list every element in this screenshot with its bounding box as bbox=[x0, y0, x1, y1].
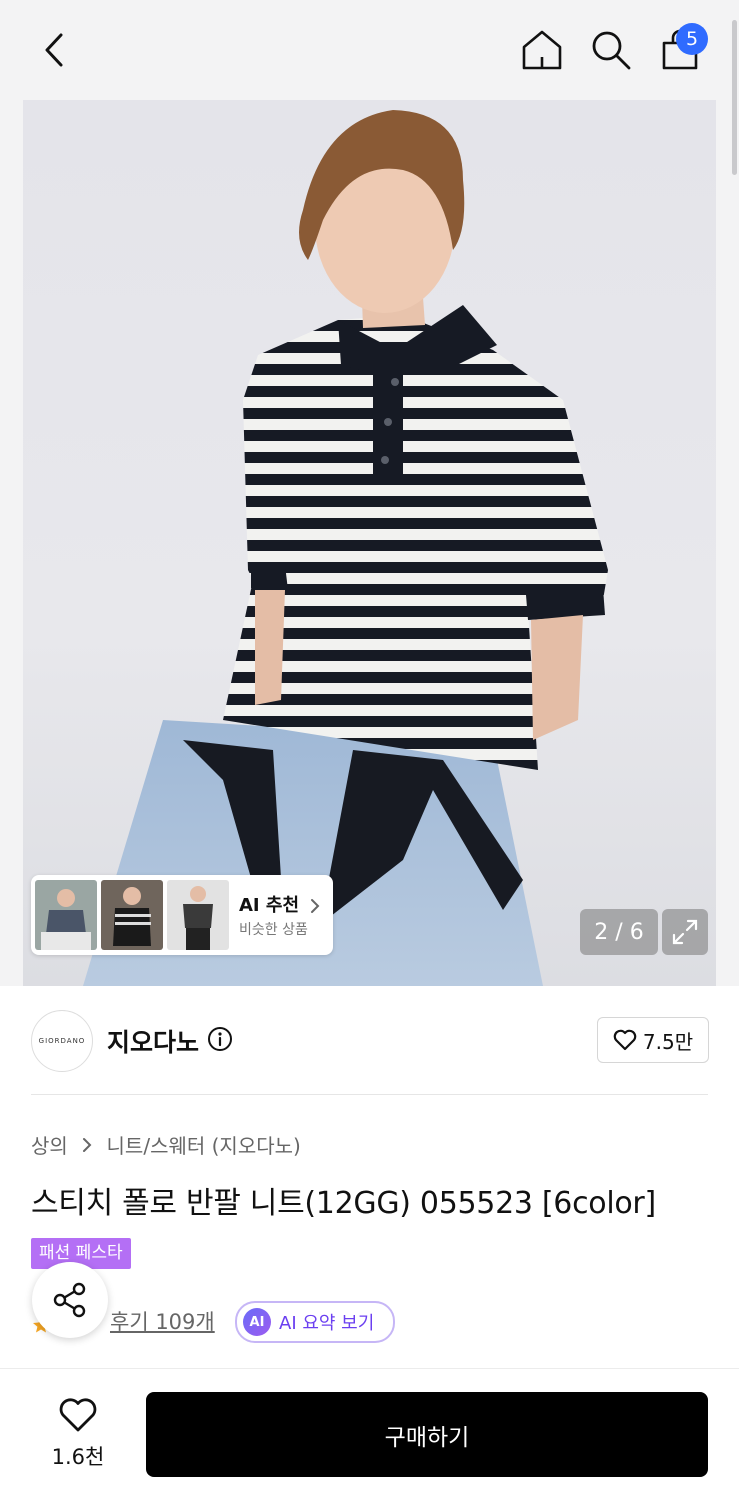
chevron-left-icon bbox=[45, 33, 63, 67]
search-icon bbox=[592, 31, 631, 70]
heart-icon bbox=[613, 1029, 637, 1051]
breadcrumb: 상의 니트/스웨터 (지오다노) bbox=[31, 1130, 301, 1159]
brand-name[interactable]: 지오다노 bbox=[107, 1023, 199, 1059]
thumb-image bbox=[35, 880, 97, 950]
thumb-image bbox=[167, 880, 229, 950]
expand-image-button[interactable] bbox=[662, 909, 708, 955]
share-button[interactable] bbox=[32, 1262, 108, 1338]
back-button[interactable] bbox=[31, 26, 79, 74]
review-link[interactable]: 후기 109개 bbox=[110, 1306, 215, 1336]
home-button[interactable] bbox=[518, 26, 566, 74]
ai-summary-button[interactable]: AI AI 요약 보기 bbox=[235, 1301, 395, 1343]
info-circle-icon bbox=[208, 1027, 232, 1051]
wishlist-count: 1.6천 bbox=[51, 1445, 105, 1469]
ai-recommendation-card[interactable]: AI 추천 비슷한 상품 bbox=[31, 875, 333, 955]
recommendation-thumb[interactable] bbox=[35, 880, 97, 950]
recommendation-thumb[interactable] bbox=[101, 880, 163, 950]
breadcrumb-category[interactable]: 상의 bbox=[31, 1134, 68, 1158]
bottom-bar-divider bbox=[0, 1368, 739, 1369]
breadcrumb-subcategory[interactable]: 니트/스웨터 (지오다노) bbox=[107, 1134, 301, 1158]
chevron-right-icon bbox=[311, 899, 320, 913]
info-icon[interactable] bbox=[207, 1026, 233, 1056]
home-icon bbox=[522, 30, 562, 70]
image-counter: 2 / 6 bbox=[580, 909, 658, 955]
ai-recommendation-subtitle: 비슷한 상품 bbox=[239, 922, 308, 938]
share-icon bbox=[53, 1282, 86, 1318]
ai-summary-label: AI 요약 보기 bbox=[279, 1313, 375, 1334]
model-photo bbox=[83, 110, 608, 986]
top-bar: 5 bbox=[0, 0, 739, 100]
expand-icon bbox=[672, 919, 698, 945]
thumb-image bbox=[101, 880, 163, 950]
buy-button[interactable]: 구매하기 bbox=[146, 1392, 708, 1477]
brand-logo[interactable]: GIORDANO bbox=[31, 1010, 93, 1072]
recommendation-thumb[interactable] bbox=[167, 880, 229, 950]
product-title: 스티치 폴로 반팔 니트(12GG) 055523 [6color] bbox=[31, 1186, 656, 1221]
scrollbar[interactable] bbox=[732, 20, 737, 175]
cart-count-badge: 5 bbox=[676, 23, 708, 55]
search-button[interactable] bbox=[587, 26, 635, 74]
ai-badge-icon: AI bbox=[243, 1308, 271, 1336]
brand-like-count: 7.5만 bbox=[642, 1029, 694, 1054]
divider bbox=[31, 1094, 708, 1095]
chevron-right-icon bbox=[83, 1137, 92, 1152]
brand-like-button[interactable]: 7.5만 bbox=[597, 1017, 709, 1063]
heart-icon bbox=[59, 1398, 97, 1432]
product-image[interactable] bbox=[23, 100, 716, 986]
ai-recommendation-title: AI 추천 bbox=[239, 891, 321, 917]
wishlist-button[interactable]: 1.6천 bbox=[40, 1395, 116, 1475]
